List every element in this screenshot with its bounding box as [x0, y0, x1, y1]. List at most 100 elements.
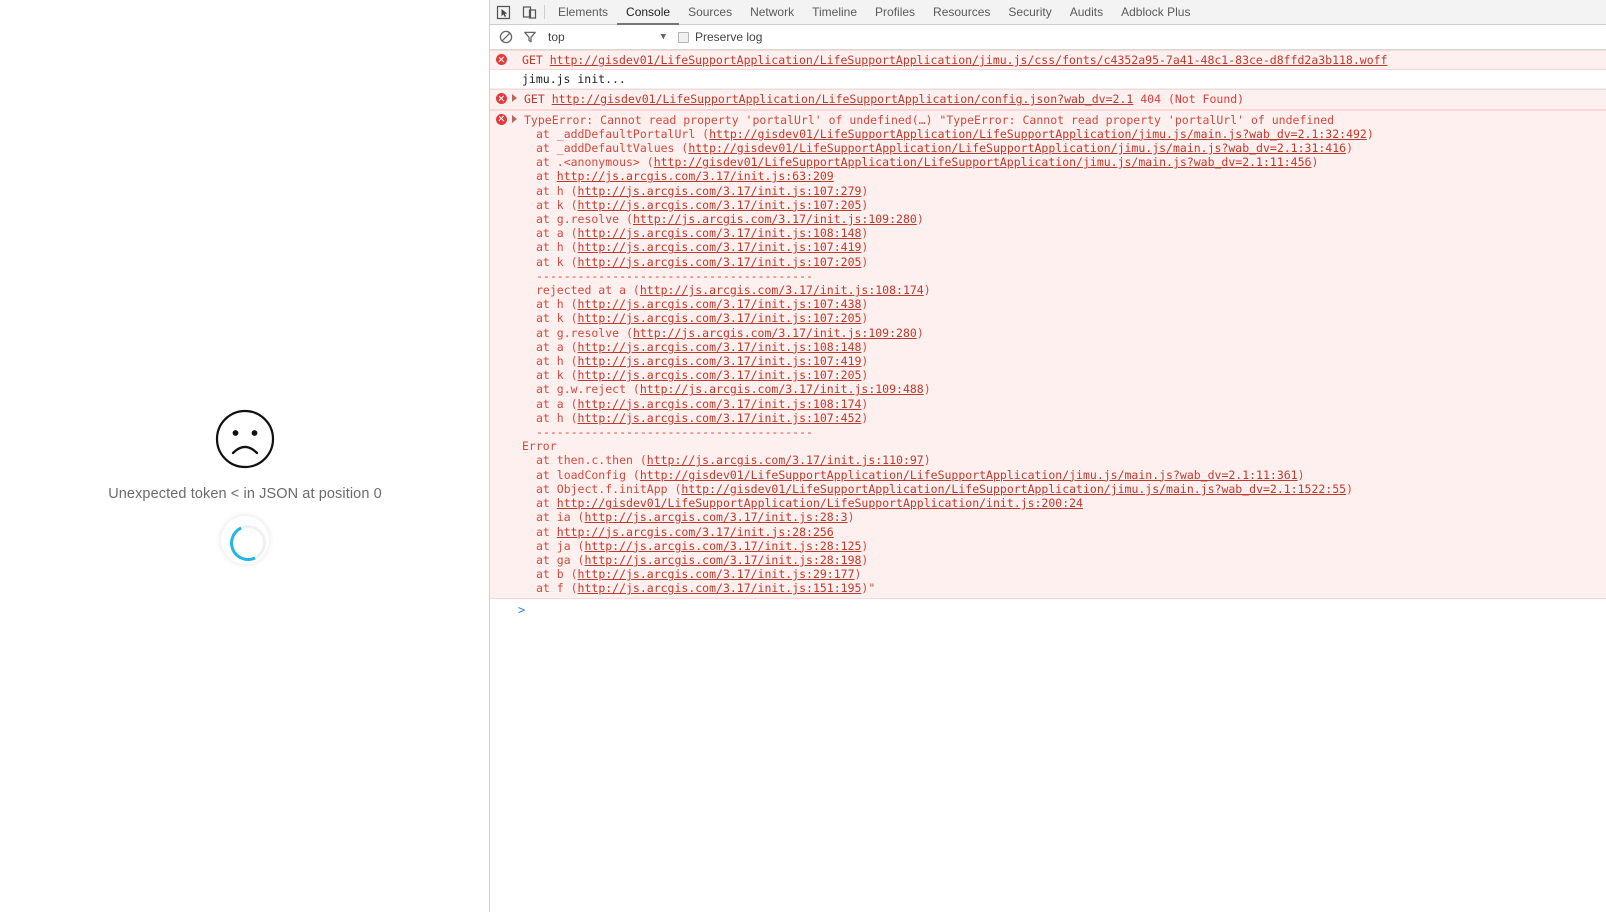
stack-frame-link[interactable]: http://js.arcgis.com/3.17/init.js:107:43… — [578, 297, 862, 311]
toolbar-divider — [544, 5, 545, 19]
tab-sources[interactable]: Sources — [679, 0, 741, 25]
tab-console[interactable]: Console — [617, 0, 680, 25]
stack-frame-link[interactable]: http://js.arcgis.com/3.17/init.js:107:45… — [578, 411, 862, 425]
tab-profiles[interactable]: Profiles — [866, 0, 924, 25]
app-root: Unexpected token < in JSON at position 0 — [0, 0, 1606, 912]
stack-frame-link[interactable]: http://js.arcgis.com/3.17/init.js:107:41… — [578, 240, 862, 254]
stack-frame-link[interactable]: http://js.arcgis.com/3.17/init.js:109:48… — [640, 382, 924, 396]
expand-triangle-icon[interactable] — [512, 94, 517, 103]
tab-network[interactable]: Network — [741, 0, 803, 25]
stack-frame-link[interactable]: http://gisdev01/LifeSupportApplication/L… — [709, 127, 1367, 141]
stack-frame-link[interactable]: http://js.arcgis.com/3.17/init.js:107:20… — [578, 198, 862, 212]
stack-frame-label: at — [536, 524, 557, 539]
stacktrace-line: at g.w.reject (http://js.arcgis.com/3.17… — [490, 382, 1606, 396]
stack-frame-label: at h ( — [536, 183, 578, 198]
preserve-log-toggle[interactable]: Preserve log — [678, 30, 762, 44]
stack-frame-link[interactable]: http://js.arcgis.com/3.17/init.js:29:177 — [578, 567, 855, 581]
stack-frame-link[interactable]: http://js.arcgis.com/3.17/init.js:28:256 — [557, 525, 834, 539]
stack-frame-suffix: ) — [1346, 141, 1354, 156]
prompt-chevron-icon: > — [518, 602, 526, 617]
console-message-log[interactable]: jimu.js init... — [490, 70, 1606, 90]
filter-funnel-icon[interactable] — [518, 30, 542, 44]
request-verb: GET — [524, 92, 545, 107]
tab-audits[interactable]: Audits — [1061, 0, 1112, 25]
stack-frame-link[interactable]: http://js.arcgis.com/3.17/init.js:107:20… — [578, 311, 862, 325]
console-message-stacktrace[interactable]: TypeError: Cannot read property 'portalU… — [490, 109, 1606, 599]
tab-resources[interactable]: Resources — [924, 0, 999, 25]
stack-frame-link[interactable]: http://js.arcgis.com/3.17/init.js:151:19… — [578, 581, 862, 595]
stacktrace-lines: at _addDefaultPortalUrl (http://gisdev01… — [490, 127, 1606, 439]
stack-frame-link[interactable]: http://js.arcgis.com/3.17/init.js:107:41… — [578, 354, 862, 368]
stack-frame-suffix: ) — [1366, 126, 1374, 141]
stacktrace-line: at loadConfig (http://gisdev01/LifeSuppo… — [490, 468, 1606, 482]
page-error-message: Unexpected token < in JSON at position 0 — [108, 486, 382, 502]
stack-frame-suffix: ) — [861, 538, 869, 553]
page-error-block: Unexpected token < in JSON at position 0 — [0, 408, 490, 564]
stack-frame-link[interactable]: http://js.arcgis.com/3.17/init.js:108:17… — [578, 397, 862, 411]
stack-frame-label: at k ( — [536, 197, 578, 212]
stack-frame-link[interactable]: http://gisdev01/LifeSupportApplication/L… — [688, 141, 1346, 155]
stack-frame-link[interactable]: http://js.arcgis.com/3.17/init.js:28:198 — [584, 553, 861, 567]
stack-frame-link[interactable]: http://js.arcgis.com/3.17/init.js:28:3 — [584, 510, 847, 524]
stack-frame-label: at Object.f.initApp ( — [536, 481, 682, 496]
stacktrace-line: at http://gisdev01/LifeSupportApplicatio… — [490, 496, 1606, 510]
expand-triangle-icon[interactable] — [512, 114, 517, 123]
stack-frame-suffix: ) — [861, 339, 869, 354]
stack-frame-label: at — [536, 496, 557, 511]
stack-frame-link[interactable]: http://gisdev01/LifeSupportApplication/L… — [681, 482, 1346, 496]
log-text: jimu.js init... — [522, 72, 626, 87]
stack-frame-label: at h ( — [536, 354, 578, 369]
preserve-log-checkbox[interactable] — [678, 31, 689, 43]
stack-frame-label: at ia ( — [536, 510, 585, 525]
stack-frame-link[interactable]: http://gisdev01/LifeSupportApplication/L… — [640, 468, 1298, 482]
console-prompt-row[interactable]: > — [490, 599, 1606, 621]
stack-frame-label: at ga ( — [536, 552, 585, 567]
stack-frame-link[interactable]: http://js.arcgis.com/3.17/init.js:107:20… — [578, 255, 862, 269]
stack-frame-suffix: ) — [861, 410, 869, 425]
tab-adblock-plus[interactable]: Adblock Plus — [1112, 0, 1199, 25]
stack-frame-link[interactable]: http://js.arcgis.com/3.17/init.js:109:28… — [633, 326, 917, 340]
error-icon — [496, 113, 507, 128]
request-verb: GET — [522, 53, 543, 67]
stack-frame-suffix: ) — [861, 197, 869, 212]
console-message-error[interactable]: GET http://gisdev01/LifeSupportApplicati… — [490, 89, 1606, 110]
stack-frame-link[interactable]: http://js.arcgis.com/3.17/init.js:107:20… — [578, 368, 862, 382]
inspect-element-icon[interactable] — [490, 0, 516, 24]
stack-frame-link[interactable]: http://gisdev01/LifeSupportApplication/L… — [557, 496, 1083, 510]
stack-frame-suffix: ) — [861, 226, 869, 241]
tab-security[interactable]: Security — [999, 0, 1060, 25]
device-toolbar-icon[interactable] — [516, 0, 542, 24]
stack-frame-link[interactable]: http://js.arcgis.com/3.17/init.js:63:209 — [557, 169, 834, 183]
tab-timeline[interactable]: Timeline — [803, 0, 866, 25]
stack-frame-link[interactable]: http://js.arcgis.com/3.17/init.js:28:125 — [584, 539, 861, 553]
stack-frame-label: ---------------------------------------- — [536, 425, 813, 440]
stacktrace-line: at _addDefaultPortalUrl (http://gisdev01… — [490, 127, 1606, 141]
stack-frame-link[interactable]: http://js.arcgis.com/3.17/init.js:110:97 — [647, 453, 924, 467]
stack-frame-link[interactable]: http://gisdev01/LifeSupportApplication/L… — [654, 155, 1312, 169]
stack-frame-label: ---------------------------------------- — [536, 268, 813, 283]
execution-context-label: top — [548, 30, 565, 44]
tab-elements[interactable]: Elements — [549, 0, 617, 25]
stack-frame-link[interactable]: http://js.arcgis.com/3.17/init.js:107:27… — [578, 184, 862, 198]
stack-frame-label: at a ( — [536, 339, 578, 354]
stack-frame-link[interactable]: http://js.arcgis.com/3.17/init.js:108:14… — [578, 226, 862, 240]
clear-console-icon[interactable] — [494, 30, 518, 44]
console-message-list[interactable]: GET http://gisdev01/LifeSupportApplicati… — [490, 50, 1606, 912]
request-url[interactable]: http://gisdev01/LifeSupportApplication/L… — [550, 53, 1388, 67]
stacktrace-line: at f (http://js.arcgis.com/3.17/init.js:… — [490, 581, 1606, 595]
stack-frame-suffix: ) — [861, 552, 869, 567]
secondary-error-header: Error — [522, 439, 557, 454]
stack-frame-suffix: ) — [861, 368, 869, 383]
stack-frame-link[interactable]: http://js.arcgis.com/3.17/init.js:108:17… — [640, 283, 924, 297]
stacktrace-line: at b (http://js.arcgis.com/3.17/init.js:… — [490, 567, 1606, 581]
stack-frame-label: at f ( — [536, 581, 578, 596]
execution-context-select[interactable]: top ▼ — [548, 30, 666, 44]
request-url[interactable]: http://gisdev01/LifeSupportApplication/L… — [552, 92, 1134, 106]
status-badge: 404 (Not Found) — [1140, 92, 1245, 107]
stack-frame-suffix: ) — [861, 396, 869, 411]
console-message-error[interactable]: GET http://gisdev01/LifeSupportApplicati… — [490, 50, 1606, 71]
stack-frame-label: at _addDefaultValues ( — [536, 141, 689, 156]
stacktrace-line: at h (http://js.arcgis.com/3.17/init.js:… — [490, 240, 1606, 254]
stack-frame-link[interactable]: http://js.arcgis.com/3.17/init.js:108:14… — [578, 340, 862, 354]
stack-frame-link[interactable]: http://js.arcgis.com/3.17/init.js:109:28… — [633, 212, 917, 226]
